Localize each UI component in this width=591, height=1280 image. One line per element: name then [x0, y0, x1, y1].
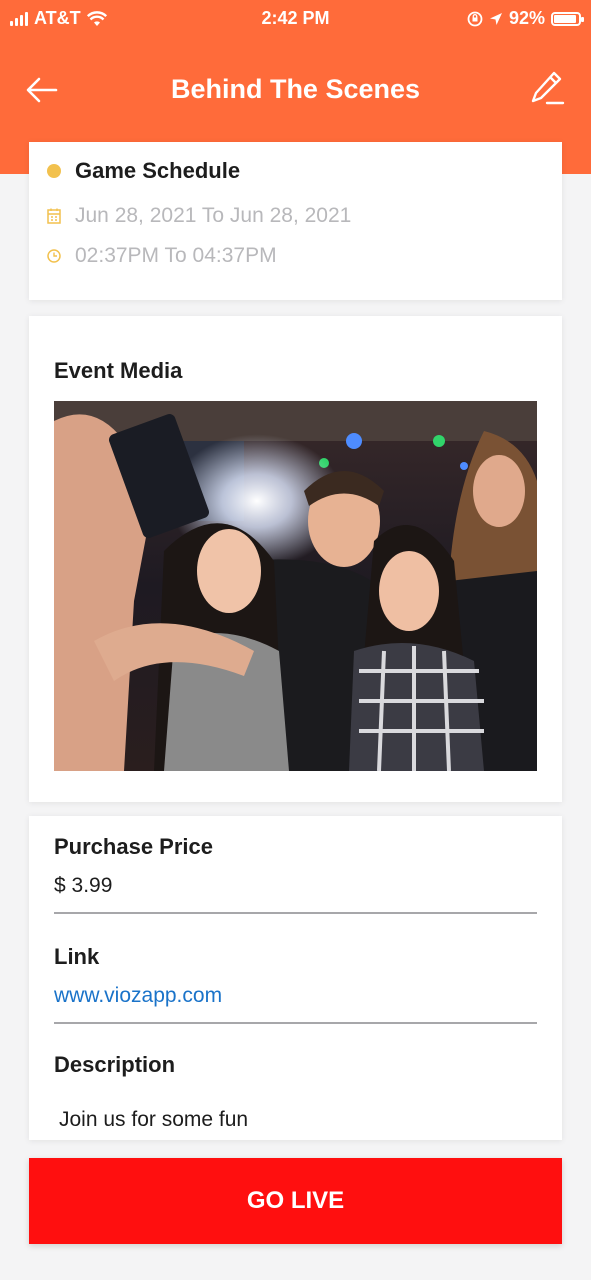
schedule-card: Game Schedule Jun 28, 2021 To Jun 28, 20… — [29, 142, 562, 300]
link-divider — [54, 1022, 537, 1024]
purchase-price-value[interactable]: $ 3.99 — [54, 874, 112, 898]
event-photo-illustration — [54, 401, 537, 771]
orientation-lock-icon — [467, 11, 483, 26]
top-navigation-bar: Behind The Scenes — [0, 60, 591, 120]
schedule-title: Game Schedule — [75, 158, 241, 183]
battery-icon — [551, 11, 584, 26]
link-value[interactable]: www.viozapp.com — [54, 984, 222, 1008]
wifi-icon — [86, 10, 107, 26]
signal-icon — [10, 11, 28, 26]
status-dot — [47, 164, 61, 178]
description-value[interactable]: Join us for some fun — [59, 1108, 248, 1132]
description-label: Description — [54, 1052, 176, 1077]
purchase-price-label: Purchase Price — [54, 834, 213, 859]
schedule-date-range: Jun 28, 2021 To Jun 28, 2021 — [75, 204, 352, 227]
event-photo[interactable] — [54, 401, 537, 771]
page-title: Behind The Scenes — [170, 74, 421, 104]
link-label: Link — [54, 944, 100, 969]
carrier-label: AT&T — [34, 8, 81, 28]
clock-icon — [47, 249, 61, 263]
location-arrow-icon — [489, 12, 502, 25]
edit-button[interactable] — [527, 68, 567, 108]
event-media-card: Event Media — [29, 316, 562, 802]
event-media-label: Event Media — [54, 358, 183, 383]
pencil-icon — [531, 71, 565, 105]
price-divider — [54, 912, 537, 914]
go-live-button[interactable]: GO LIVE — [29, 1158, 562, 1244]
calendar-icon — [47, 208, 61, 224]
battery-percent: 92% — [508, 8, 545, 28]
status-bar: AT&T 2:42 PM 92% — [0, 0, 591, 40]
schedule-time-range: 02:37PM To 04:37PM — [75, 244, 277, 267]
event-details-card: Purchase Price $ 3.99 Link www.viozapp.c… — [29, 816, 562, 1140]
